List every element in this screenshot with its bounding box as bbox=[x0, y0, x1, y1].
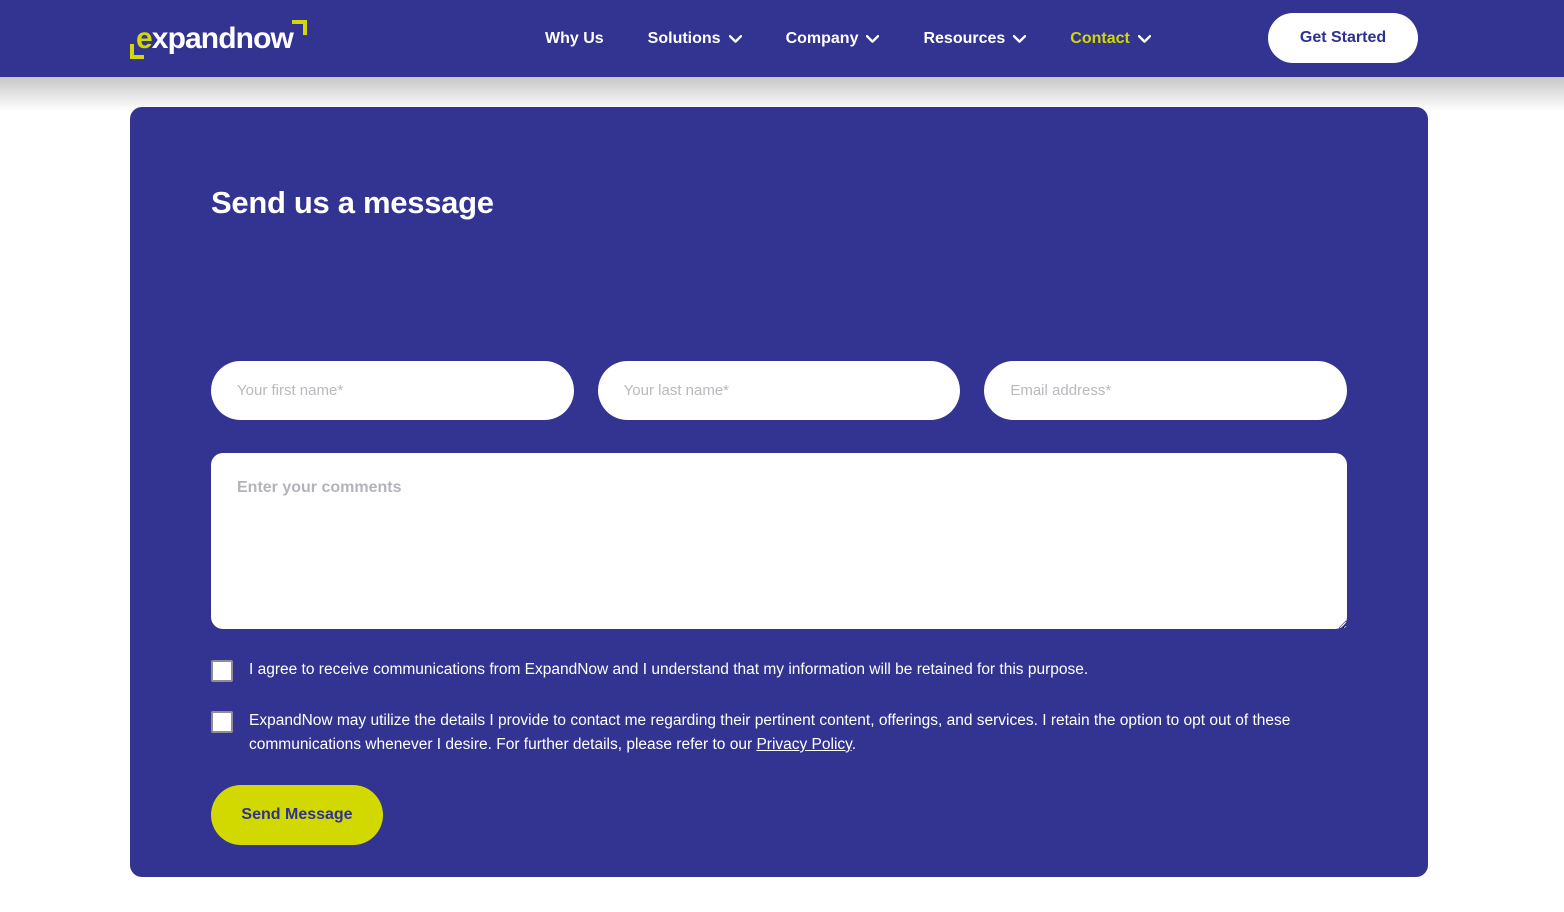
chevron-down-icon bbox=[1137, 34, 1151, 43]
consent-checkbox-marketing[interactable] bbox=[211, 711, 233, 733]
nav-item-why-us[interactable]: Why Us bbox=[545, 30, 626, 48]
consent-row-marketing: ExpandNow may utilize the details I prov… bbox=[211, 709, 1351, 757]
last-name-input[interactable] bbox=[597, 361, 961, 420]
get-started-button[interactable]: Get Started bbox=[1268, 13, 1418, 63]
page-title: Send us a message bbox=[211, 185, 494, 220]
main-navigation: Why Us Solutions Company Resources Conta… bbox=[545, 0, 1173, 77]
site-header: expandnow Why Us Solutions Company Resou… bbox=[0, 0, 1564, 77]
contact-form-card: Send us a message I agree to receive com… bbox=[130, 107, 1428, 877]
consent-row-communications: I agree to receive communications from E… bbox=[211, 658, 1351, 682]
logo-wordmark: expandnow bbox=[136, 22, 294, 55]
logo-bracket-top-right-icon bbox=[292, 20, 307, 35]
consent-checkbox-communications[interactable] bbox=[211, 660, 233, 682]
logo-letter-e: e bbox=[136, 22, 153, 55]
logo[interactable]: expandnow bbox=[130, 18, 310, 62]
name-email-row bbox=[211, 361, 1348, 420]
nav-item-resources[interactable]: Resources bbox=[901, 30, 1048, 48]
consent-text-marketing-part2: . bbox=[851, 736, 857, 753]
page-body: Send us a message I agree to receive com… bbox=[0, 77, 1564, 912]
privacy-policy-link[interactable]: Privacy Policy bbox=[756, 736, 851, 753]
nav-item-label: Resources bbox=[923, 29, 1006, 47]
consent-text-communications: I agree to receive communications from E… bbox=[249, 661, 1089, 678]
comments-textarea[interactable] bbox=[211, 453, 1347, 629]
nav-item-label: Why Us bbox=[545, 29, 604, 47]
logo-letters-rest: xpandnow bbox=[151, 22, 294, 55]
consent-text-marketing: ExpandNow may utilize the details I prov… bbox=[249, 709, 1351, 757]
nav-item-label: Company bbox=[785, 29, 859, 47]
send-message-button[interactable]: Send Message bbox=[211, 785, 383, 845]
first-name-input[interactable] bbox=[211, 361, 574, 420]
nav-item-contact[interactable]: Contact bbox=[1048, 30, 1173, 48]
nav-item-company[interactable]: Company bbox=[764, 30, 902, 48]
chevron-down-icon bbox=[1013, 34, 1027, 43]
chevron-down-icon bbox=[728, 34, 742, 43]
nav-item-solutions[interactable]: Solutions bbox=[626, 30, 764, 48]
chevron-down-icon bbox=[866, 34, 880, 43]
email-input[interactable] bbox=[984, 361, 1348, 420]
nav-item-label: Solutions bbox=[647, 29, 721, 47]
nav-item-label: Contact bbox=[1070, 29, 1130, 47]
